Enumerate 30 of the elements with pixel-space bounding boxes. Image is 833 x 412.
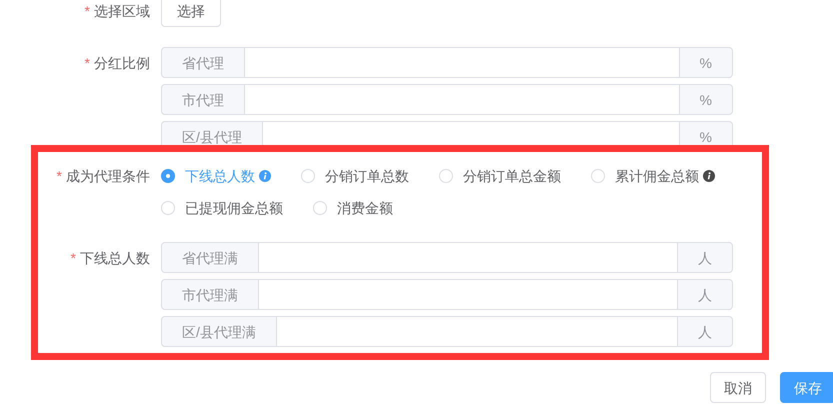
input-field[interactable] bbox=[245, 84, 679, 115]
input-suffix: 人 bbox=[677, 316, 733, 347]
input-suffix: % bbox=[678, 47, 733, 78]
input-prefix: 省代理 bbox=[161, 47, 245, 78]
field-label: 成为代理条件 bbox=[66, 167, 150, 186]
cancel-button[interactable]: 取消 bbox=[710, 372, 766, 403]
input-prefix: 省代理满 bbox=[161, 242, 259, 273]
input-prefix: 市代理满 bbox=[161, 279, 259, 310]
input-field[interactable] bbox=[259, 279, 677, 310]
input-suffix: 人 bbox=[677, 242, 733, 273]
required-asterisk: * bbox=[56, 167, 62, 186]
radio-option[interactable]: 分销订单总金额 bbox=[439, 166, 561, 186]
field-label: 分红比例 bbox=[94, 54, 150, 72]
input-field[interactable] bbox=[259, 242, 677, 273]
radio-option[interactable]: 分销订单总数 bbox=[301, 166, 409, 186]
select-button[interactable]: 选择 bbox=[161, 0, 221, 27]
input-suffix: 人 bbox=[677, 279, 733, 310]
input-field[interactable] bbox=[245, 47, 679, 78]
field-label: 选择区域 bbox=[94, 2, 150, 21]
radio-option[interactable]: 累计佣金总额 bbox=[591, 166, 715, 186]
input-prefix: 市代理 bbox=[161, 84, 245, 115]
required-asterisk: * bbox=[84, 54, 90, 72]
required-asterisk: * bbox=[70, 248, 76, 268]
input-field[interactable] bbox=[276, 316, 677, 347]
radio-option[interactable]: 已提现佣金总额 bbox=[161, 198, 283, 218]
field-label: 下线总人数 bbox=[80, 248, 150, 268]
radio-option[interactable]: 消费金额 bbox=[313, 198, 393, 218]
required-asterisk: * bbox=[84, 2, 90, 21]
input-suffix: % bbox=[678, 84, 733, 115]
input-prefix: 区/县代理满 bbox=[161, 316, 277, 347]
